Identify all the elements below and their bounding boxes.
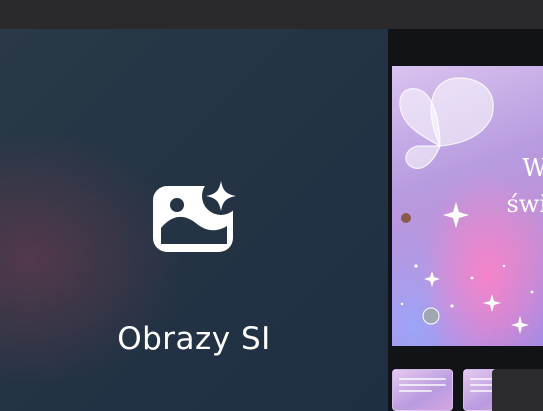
thumbnail-text-lines: [399, 378, 446, 396]
thumbnail-more-button[interactable]: [492, 369, 543, 411]
ai-images-tile[interactable]: Obrazy SI: [0, 29, 388, 411]
preview-heading-line-1: W: [522, 154, 543, 182]
tile-label: Obrazy SI: [117, 321, 271, 357]
ai-image-sparkle-icon: [153, 181, 236, 252]
preview-heading: W świ: [506, 150, 543, 222]
preview-heading-line-2: świ: [506, 190, 543, 218]
slide-thumbnail-1[interactable]: [392, 369, 453, 411]
slide-preview[interactable]: W świ: [392, 66, 543, 346]
gem-icon: [401, 213, 411, 223]
orb-icon: [422, 307, 440, 325]
top-bar: [0, 0, 543, 29]
